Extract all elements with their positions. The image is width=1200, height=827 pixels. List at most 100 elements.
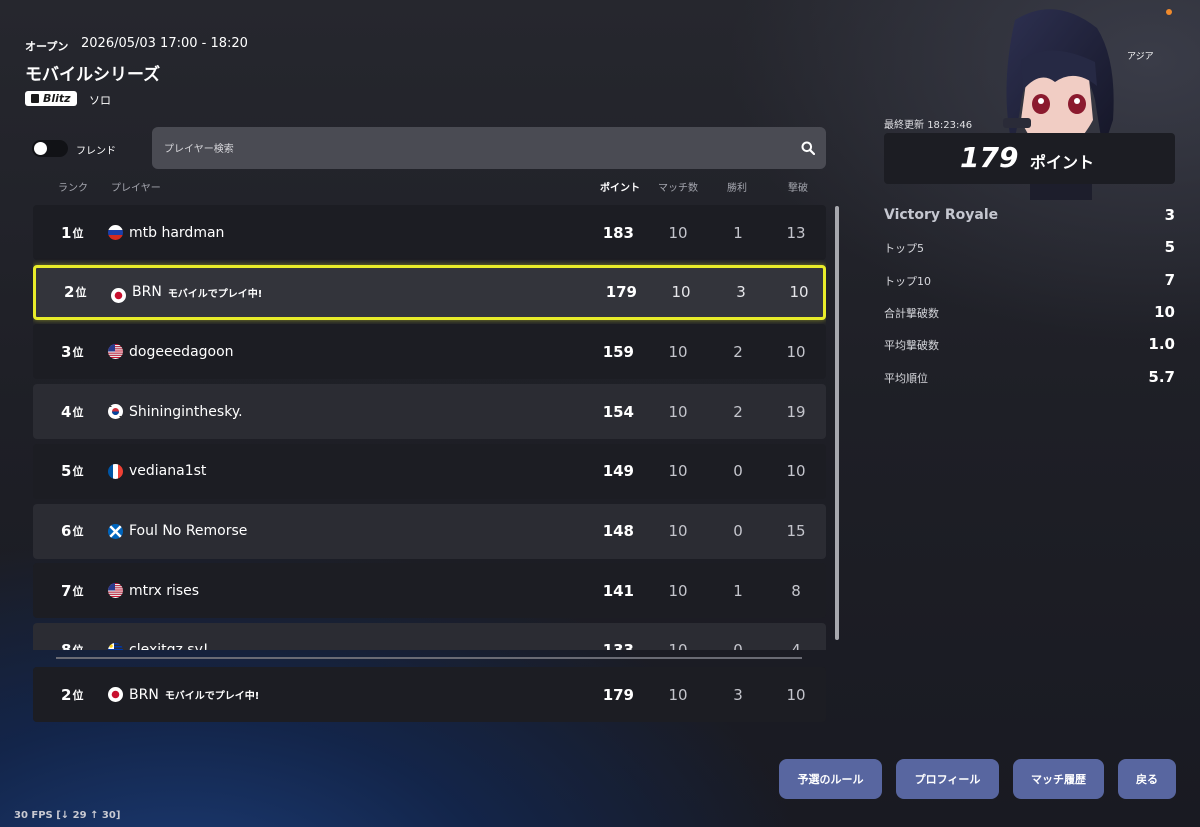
stat-value: 3	[1164, 206, 1175, 224]
fps-counter: 30 FPS [↓ 29 ↑ 30]	[14, 810, 121, 821]
kills-cell: 19	[786, 402, 806, 421]
player-search-input[interactable]	[162, 127, 786, 171]
matches-cell: 10	[668, 223, 688, 242]
leaderboard-list: 1 位 mtb hardman 183 10 1 13 2 位 BRN モバイルでプレイ中! 179 1…	[33, 205, 826, 650]
wins-cell: 3	[736, 283, 746, 302]
points-cell: 183	[602, 223, 634, 242]
leaderboard-row[interactable]: 5 位 vediana1st 149 10 0 10	[33, 443, 826, 499]
points-cell: 149	[602, 462, 634, 481]
self-rank-row[interactable]: 2 位 BRN モバイルでプレイ中! 179 10 3 10	[33, 667, 826, 722]
self-rank-row-content[interactable]: 2 位 BRN モバイルでプレイ中! 179 10 3 10	[33, 667, 826, 722]
stat-label: Victory Royale	[884, 207, 999, 223]
last-updated-label: 最終更新	[884, 120, 924, 131]
rank-suffix: 位	[72, 226, 84, 240]
rank-cell: 2位	[64, 268, 86, 317]
back-button[interactable]: 戻る	[1118, 759, 1176, 799]
points-cell: 141	[602, 581, 634, 600]
rank-cell: 7位	[61, 563, 83, 618]
stat-value: 7	[1164, 271, 1175, 289]
friends-toggle[interactable]	[32, 140, 68, 157]
leaderboard-scrollbar[interactable]	[835, 206, 839, 640]
rank-cell: 6位	[61, 504, 83, 559]
rank-number: 5	[61, 462, 72, 481]
matches-cell: 10	[668, 581, 688, 600]
friends-toggle-label: フレンド	[76, 146, 116, 157]
qualifier-rules-button[interactable]: 予選のルール	[779, 759, 882, 799]
lock-icon	[31, 94, 39, 103]
rank-cell: 1位	[61, 205, 83, 260]
column-header-player: プレイヤー	[111, 183, 161, 194]
player-name: BRN	[132, 284, 162, 301]
rank-number: 2	[64, 283, 75, 302]
rank-suffix: 位	[72, 584, 84, 598]
kills-cell: 13	[786, 223, 806, 242]
player-name-cell: vediana1st	[129, 444, 206, 499]
wins-cell: 0	[733, 522, 743, 540]
kills-cell: 10	[789, 283, 809, 302]
notification-dot	[1166, 9, 1172, 15]
total-points-value: 179	[960, 141, 1019, 174]
column-header-wins: 勝利	[727, 183, 747, 194]
stat-value: 1.0	[1148, 335, 1175, 353]
rank-suffix: 位	[72, 405, 84, 419]
player-name-cell: Shininginthesky.	[129, 384, 243, 439]
matches-cell: 10	[668, 342, 688, 361]
kills-cell: 15	[786, 522, 806, 540]
kills-cell: 10	[786, 462, 806, 481]
stat-label: トップ5	[884, 242, 924, 255]
stat-value: 5	[1164, 238, 1175, 256]
last-updated-time: 18:23:46	[927, 120, 973, 131]
rank-cell: 3位	[61, 324, 83, 379]
leaderboard-row[interactable]: 8位 clexitgz.sy! 133 10 04	[33, 622, 826, 650]
toggle-knob	[34, 142, 47, 155]
points-cell: 179	[602, 685, 634, 704]
kills-cell: 10	[786, 342, 806, 361]
leaderboard-row[interactable]: 7 位 mtrx rises 141 10 1 8	[33, 563, 826, 619]
leaderboard-row[interactable]: 4 位 Shininginthesky. 154 10 2 19	[33, 384, 826, 440]
wins-cell: 0	[733, 462, 743, 481]
wins-cell: 2	[733, 402, 743, 421]
search-icon[interactable]	[801, 141, 815, 155]
column-header-matches: マッチ数	[658, 183, 698, 194]
player-name: mtrx rises	[129, 582, 200, 599]
player-name: BRN	[129, 686, 159, 703]
country-flag-icon	[108, 583, 123, 599]
leaderboard-row[interactable]: 3 位 dogeeedagoon 159 10 2 10	[33, 324, 826, 380]
region-label: アジア	[1127, 52, 1154, 62]
matches-cell: 10	[668, 685, 688, 704]
points-cell: 133	[589, 623, 634, 650]
event-status: オープン	[25, 40, 69, 53]
country-flag-icon	[108, 463, 123, 479]
country-flag-icon	[108, 523, 123, 539]
rank-suffix: 位	[72, 465, 84, 479]
rank-cell: 4位	[61, 384, 83, 439]
leaderboard-row-selected[interactable]: 2 位 BRN モバイルでプレイ中! 179 10 3 10	[33, 264, 826, 320]
self-row-divider	[56, 657, 802, 659]
country-flag-icon	[108, 344, 123, 360]
country-flag-icon	[108, 687, 123, 702]
matches-cell: 10	[668, 522, 688, 540]
wins-cell: 1	[733, 581, 743, 600]
stat-label: トップ10	[884, 275, 931, 288]
wins-cell: 2	[733, 342, 743, 361]
stat-value: 10	[1154, 303, 1175, 321]
player-search-box	[152, 127, 826, 171]
points-cell: 159	[602, 342, 634, 361]
leaderboard-row[interactable]: 6 位 Foul No Remorse 148 10 0 15	[33, 503, 826, 559]
kills-cell: 10	[786, 685, 806, 704]
stat-label: 平均順位	[884, 372, 928, 385]
leaderboard-row[interactable]: 1 位 mtb hardman 183 10 1 13	[33, 205, 826, 260]
match-history-button[interactable]: マッチ履歴	[1013, 759, 1104, 799]
player-name: mtb hardman	[129, 224, 225, 241]
rank-suffix: 位	[72, 345, 84, 359]
matches-cell: 10	[671, 283, 691, 302]
rank-suffix: 位	[72, 642, 83, 650]
player-name-cell: Foul No Remorse	[129, 504, 247, 559]
profile-button[interactable]: プロフィール	[896, 759, 999, 799]
event-title: モバイルシリーズ	[25, 65, 161, 85]
player-name-cell: BRN モバイルでプレイ中!	[129, 667, 259, 722]
player-name: vediana1st	[129, 463, 207, 480]
rank-number: 6	[61, 522, 72, 540]
points-cell: 154	[602, 402, 634, 421]
player-name-cell: mtrx rises	[129, 563, 199, 618]
